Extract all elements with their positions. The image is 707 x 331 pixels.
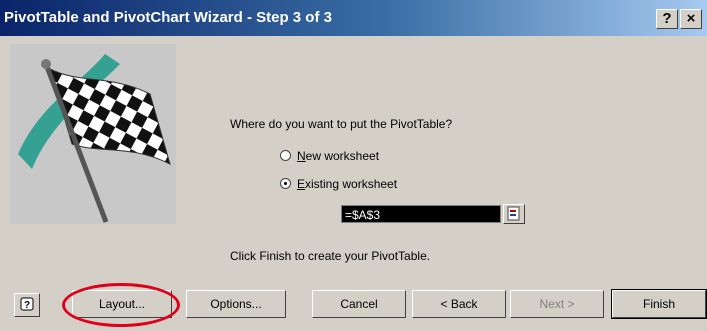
existing-worksheet-label: xisting worksheet <box>305 177 398 191</box>
existing-worksheet-accel: E <box>297 177 306 191</box>
title-bar[interactable]: PivotTable and PivotChart Wizard - Step … <box>0 0 707 36</box>
existing-worksheet-radio[interactable] <box>280 178 291 189</box>
new-worksheet-radio[interactable] <box>280 150 291 161</box>
new-worksheet-option[interactable]: New worksheet <box>280 149 379 163</box>
finish-button[interactable]: Finish <box>611 289 707 319</box>
office-assistant-button[interactable]: ? <box>14 293 40 317</box>
range-picker-icon <box>507 206 520 221</box>
collapse-dialog-button[interactable] <box>503 204 525 224</box>
existing-worksheet-option[interactable]: Existing worksheet <box>280 177 397 191</box>
layout-highlight-circle <box>62 283 180 327</box>
checkered-flag-icon <box>18 54 171 223</box>
cancel-button[interactable]: Cancel <box>312 290 406 318</box>
checkered-flag-image <box>10 44 176 224</box>
options-button[interactable]: Options... <box>186 290 286 318</box>
new-worksheet-label: ew worksheet <box>305 149 380 163</box>
svg-text:?: ? <box>24 300 30 311</box>
back-button[interactable]: < Back <box>412 290 506 318</box>
help-title-button[interactable]: ? <box>656 9 678 29</box>
help-balloon-icon: ? <box>20 297 34 311</box>
location-prompt: Where do you want to put the PivotTable? <box>230 117 453 131</box>
pivot-wizard-dialog: PivotTable and PivotChart Wizard - Step … <box>0 0 707 331</box>
close-button[interactable]: × <box>680 9 702 29</box>
window-title: PivotTable and PivotChart Wizard - Step … <box>4 9 332 26</box>
location-reference-input[interactable]: =$A$3 <box>341 205 501 223</box>
next-button: Next > <box>510 290 604 318</box>
finish-instruction: Click Finish to create your PivotTable. <box>230 249 431 263</box>
new-worksheet-accel: N <box>297 149 306 163</box>
